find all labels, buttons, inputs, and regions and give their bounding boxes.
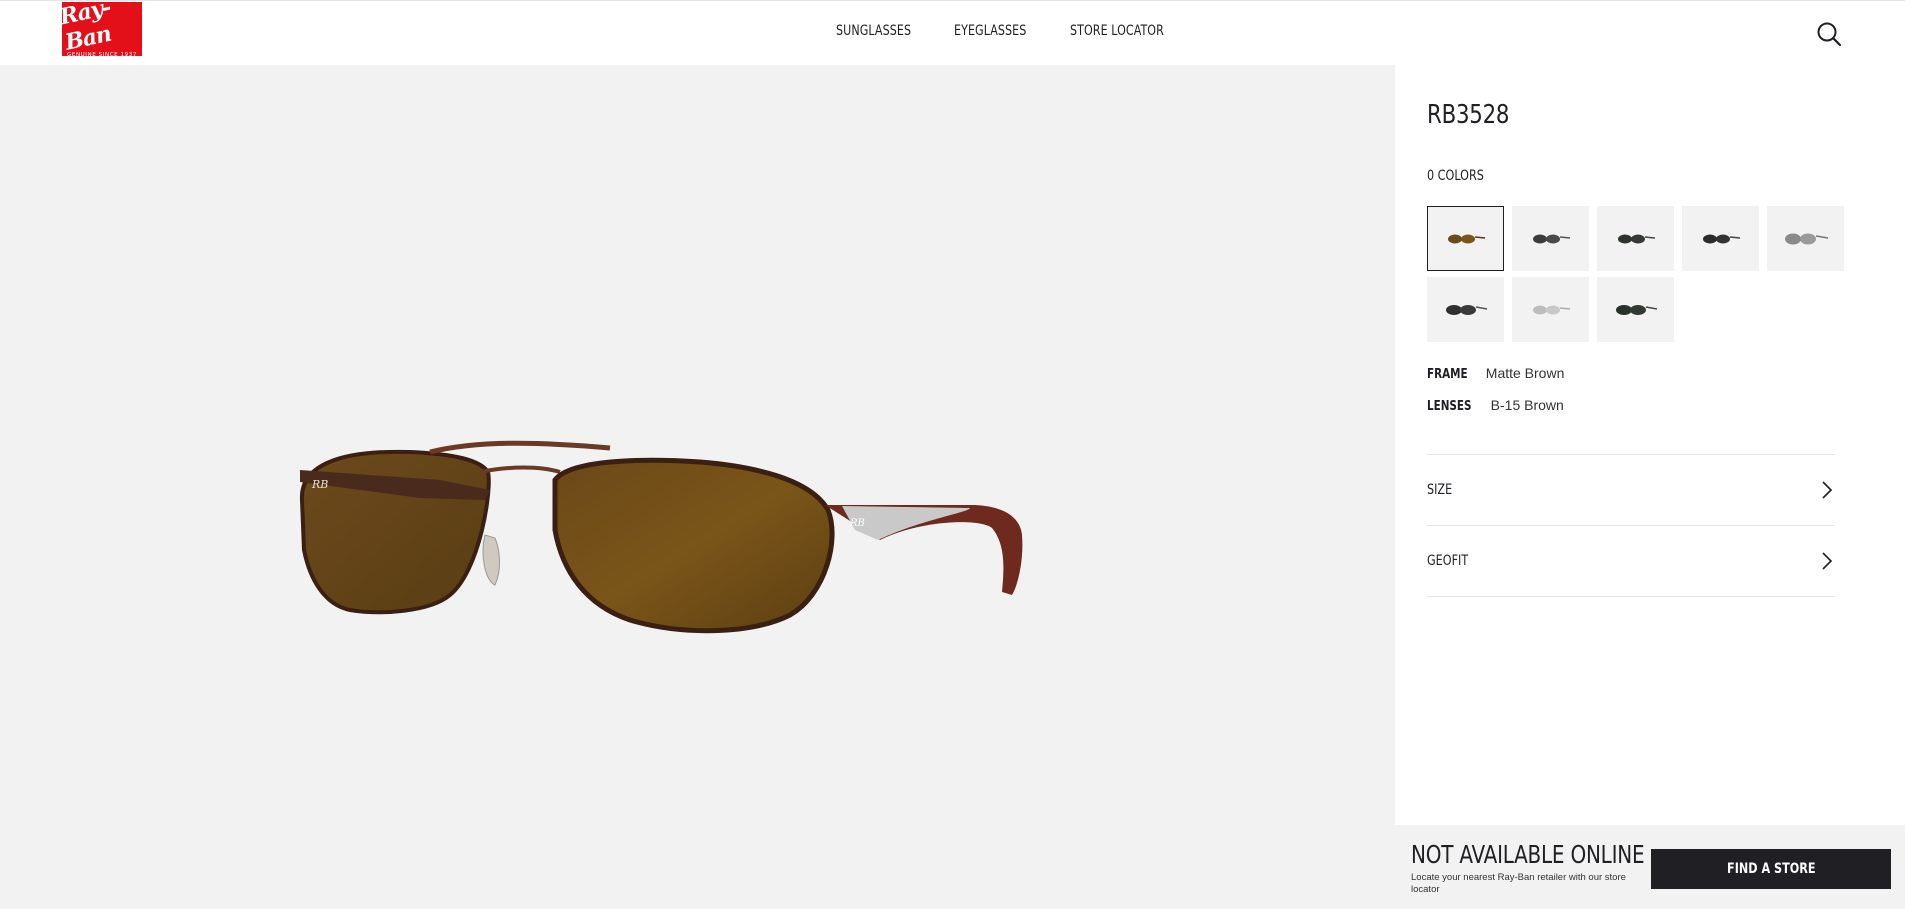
main-nav: SUNGLASSES EYEGLASSES STORE LOCATOR — [836, 23, 1176, 39]
nav-eyeglasses[interactable]: EYEGLASSES — [954, 23, 1026, 39]
frame-spec: FRAME Matte Brown — [1427, 365, 1564, 382]
ray-ban-logo[interactable]: Ray-Ban GENUINE SINCE 1937 — [57, 0, 142, 58]
color-swatch-silver-light[interactable] — [1512, 277, 1589, 342]
frame-label: FRAME — [1427, 367, 1468, 382]
availability-bar: NOT AVAILABLE ONLINE Locate your nearest… — [1395, 825, 1905, 909]
find-a-store-label: FIND A STORE — [1726, 861, 1816, 877]
svg-text:RB: RB — [311, 478, 328, 491]
color-swatch-silver-mirror[interactable] — [1767, 206, 1844, 271]
color-swatch-matte-brown[interactable] — [1427, 206, 1504, 271]
sunglasses-thumb-icon — [1445, 304, 1487, 315]
site-header: Ray-Ban GENUINE SINCE 1937 SUNGLASSES EY… — [0, 0, 1905, 65]
color-swatch-black-dark-grey[interactable] — [1427, 277, 1504, 342]
divider — [1427, 596, 1835, 597]
sunglasses-thumb-icon — [1532, 305, 1570, 314]
logo-script: Ray-Ban — [57, 0, 114, 56]
geofit-accordion[interactable]: GEOFIT — [1427, 526, 1835, 596]
color-swatch-gunmetal-grey[interactable] — [1512, 206, 1589, 271]
colors-count-label: 0 COLORS — [1427, 168, 1484, 184]
product-image-stage: RB RB — [0, 65, 1395, 909]
find-a-store-button[interactable]: FIND A STORE — [1651, 849, 1891, 889]
sunglasses-thumb-icon — [1615, 304, 1657, 315]
lenses-label: LENSES — [1427, 399, 1472, 414]
lenses-value: B-15 Brown — [1490, 397, 1564, 413]
lenses-spec: LENSES B-15 Brown — [1427, 397, 1564, 414]
nav-sunglasses[interactable]: SUNGLASSES — [836, 23, 911, 39]
sunglasses-thumb-icon — [1617, 234, 1655, 243]
geofit-label: GEOFIT — [1427, 553, 1469, 569]
sunglasses-thumb-icon — [1784, 233, 1828, 244]
color-swatch-black-grey[interactable] — [1682, 206, 1759, 271]
frame-value: Matte Brown — [1485, 365, 1565, 381]
availability-subtitle: Locate your nearest Ray-Ban retailer wit… — [1411, 872, 1626, 895]
availability-title: NOT AVAILABLE ONLINE — [1411, 840, 1645, 869]
sunglasses-thumb-icon — [1702, 234, 1740, 243]
color-swatch-black-green-2[interactable] — [1597, 277, 1674, 342]
size-accordion[interactable]: SIZE — [1427, 455, 1835, 525]
chevron-right-icon — [1822, 481, 1833, 499]
size-label: SIZE — [1427, 482, 1453, 498]
sunglasses-product-image[interactable]: RB RB — [280, 420, 1080, 720]
nav-store-locator[interactable]: STORE LOCATOR — [1070, 23, 1164, 39]
product-info-panel: RB3528 0 COLORS FRAME Matte Brown LENSES… — [1395, 65, 1905, 825]
color-swatch-black-green[interactable] — [1597, 206, 1674, 271]
product-model-name: RB3528 — [1427, 100, 1510, 130]
chevron-right-icon — [1822, 552, 1833, 570]
sunglasses-thumb-icon — [1447, 234, 1485, 243]
search-icon[interactable] — [1816, 21, 1842, 47]
svg-text:RB: RB — [849, 518, 865, 529]
sunglasses-thumb-icon — [1532, 234, 1570, 243]
